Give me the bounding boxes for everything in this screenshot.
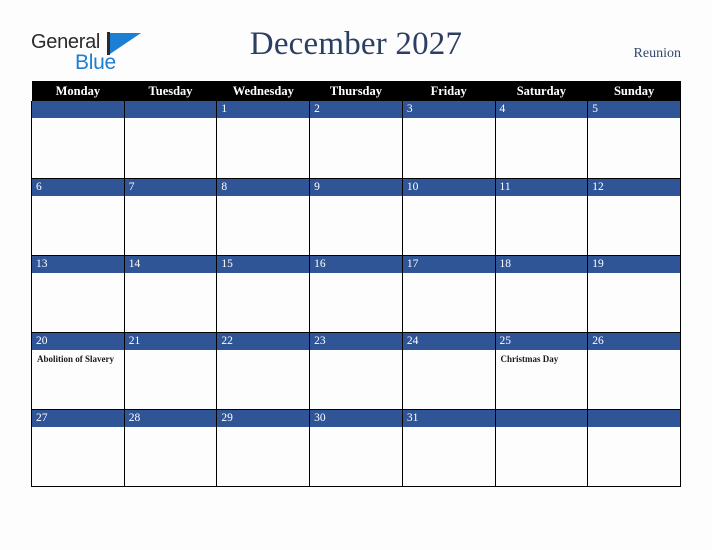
calendar-day-cell[interactable]: 27 [31, 409, 125, 487]
day-number: 7 [124, 178, 217, 196]
calendar-day-cell[interactable]: 14 [123, 255, 218, 333]
calendar-day-cell[interactable]: 7 [123, 178, 218, 256]
day-number: 13 [32, 255, 124, 273]
weekday-header-row: Monday Tuesday Wednesday Thursday Friday… [31, 81, 681, 101]
calendar-day-cell[interactable]: 29 [216, 409, 311, 487]
weekday-header-tuesday: Tuesday [124, 81, 217, 101]
calendar-day-cell[interactable]: 31 [401, 409, 496, 487]
day-number [588, 409, 680, 427]
calendar-day-cell[interactable]: 11 [494, 178, 589, 256]
weekday-header-thursday: Thursday [309, 81, 403, 101]
day-number: 23 [310, 332, 402, 350]
day-number: 12 [588, 178, 680, 196]
day-number: 14 [124, 255, 217, 273]
page-title: December 2027 [249, 26, 463, 62]
calendar-day-cell[interactable]: 9 [309, 178, 403, 256]
calendar-day-cell[interactable]: 28 [123, 409, 218, 487]
day-number: 19 [588, 255, 680, 273]
page-header: General Blue December 2027 Reunion [0, 0, 712, 82]
calendar-day-cell[interactable]: 24 [401, 332, 496, 410]
calendar-day-cell[interactable]: 4 [494, 101, 589, 179]
calendar-week-row: 27 28 29 30 31 [31, 409, 681, 487]
day-number: 1 [217, 101, 310, 118]
calendar-week-row: 12345 [31, 101, 681, 179]
day-number: 18 [495, 255, 588, 273]
calendar-day-cell[interactable]: 16 [309, 255, 403, 333]
holiday-label: Abolition of Slavery [37, 353, 115, 364]
holiday-label: Christmas Day [500, 353, 559, 364]
day-number: 30 [310, 409, 402, 427]
calendar-day-cell[interactable]: 10 [401, 178, 496, 256]
day-number: 8 [217, 178, 310, 196]
day-number: 9 [310, 178, 402, 196]
calendar-day-cell[interactable]: 23 [309, 332, 403, 410]
day-number: 22 [217, 332, 310, 350]
day-number: 6 [32, 178, 124, 196]
day-number: 20 [32, 332, 124, 350]
day-number: 24 [402, 332, 495, 350]
day-number: 4 [495, 101, 588, 118]
calendar-day-cell[interactable]: 21 [123, 332, 218, 410]
country-label: Reunion [633, 46, 681, 61]
calendar-day-cell[interactable]: 20 Abolition of Slavery [31, 332, 125, 410]
day-number: 29 [217, 409, 310, 427]
weekday-header-friday: Friday [402, 81, 496, 101]
day-number: 15 [217, 255, 310, 273]
calendar-day-cell[interactable]: 25 Christmas Day [494, 332, 589, 410]
calendar-day-cell[interactable]: 17 [401, 255, 496, 333]
weekday-header-wednesday: Wednesday [216, 81, 310, 101]
day-number: 31 [402, 409, 495, 427]
day-number: 27 [32, 409, 124, 427]
calendar-day-cell[interactable]: 15 [216, 255, 311, 333]
day-number: 28 [124, 409, 217, 427]
calendar-week-row: 13 14 15 16 17 18 19 [31, 255, 681, 333]
calendar-day-cell[interactable]: 19 [587, 255, 681, 333]
day-number: 25 [495, 332, 588, 350]
day-number: 3 [402, 101, 495, 118]
calendar-body: 1 2 3 4 5 6 7 8 9 10 11 12 13 14 15 16 17 18 19 20 Abolition… [31, 101, 681, 487]
weekday-header-saturday: Saturday [495, 81, 588, 101]
calendar-page: General Blue December 2027 Reunion Monda… [0, 0, 712, 550]
day-number [32, 101, 124, 118]
calendar-day-cell[interactable]: 22 [216, 332, 311, 410]
calendar-day-cell[interactable]: 8 [216, 178, 311, 256]
calendar-day-cell[interactable]: 6 [31, 178, 125, 256]
calendar-empty-cell [587, 409, 681, 487]
day-number: 16 [310, 255, 402, 273]
day-number: 2 [310, 101, 402, 118]
day-number: 26 [588, 332, 680, 350]
calendar-empty-cell [494, 409, 589, 487]
calendar-day-cell[interactable]: 18 [494, 255, 589, 333]
calendar-day-cell[interactable]: 26 [587, 332, 681, 410]
calendar-day-cell[interactable]: 12 [587, 178, 681, 256]
weekday-header-sunday: Sunday [587, 81, 681, 101]
day-number: 11 [495, 178, 588, 196]
calendar-day-cell[interactable]: 2 [309, 101, 403, 179]
calendar-day-cell[interactable]: 13 [31, 255, 125, 333]
calendar-week-row: 6 7 8 9 10 11 12 [31, 178, 681, 256]
day-number: 21 [124, 332, 217, 350]
calendar-day-cell[interactable]: 3 [401, 101, 496, 179]
calendar-day-cell[interactable]: 1 [216, 101, 311, 179]
day-number: 10 [402, 178, 495, 196]
day-number: 5 [588, 101, 680, 118]
calendar-empty-cell [31, 101, 125, 179]
weekday-header-monday: Monday [31, 81, 125, 101]
day-number [495, 409, 588, 427]
calendar-day-cell[interactable]: 30 [309, 409, 403, 487]
day-number [124, 101, 217, 118]
calendar-grid: Monday Tuesday Wednesday Thursday Friday… [31, 81, 681, 487]
calendar-empty-cell [123, 101, 218, 179]
calendar-day-cell[interactable]: 5 [587, 101, 681, 179]
calendar-week-row: 20 Abolition of Slavery 21 22 23 24 25 Christma… [31, 332, 681, 410]
day-number: 17 [402, 255, 495, 273]
